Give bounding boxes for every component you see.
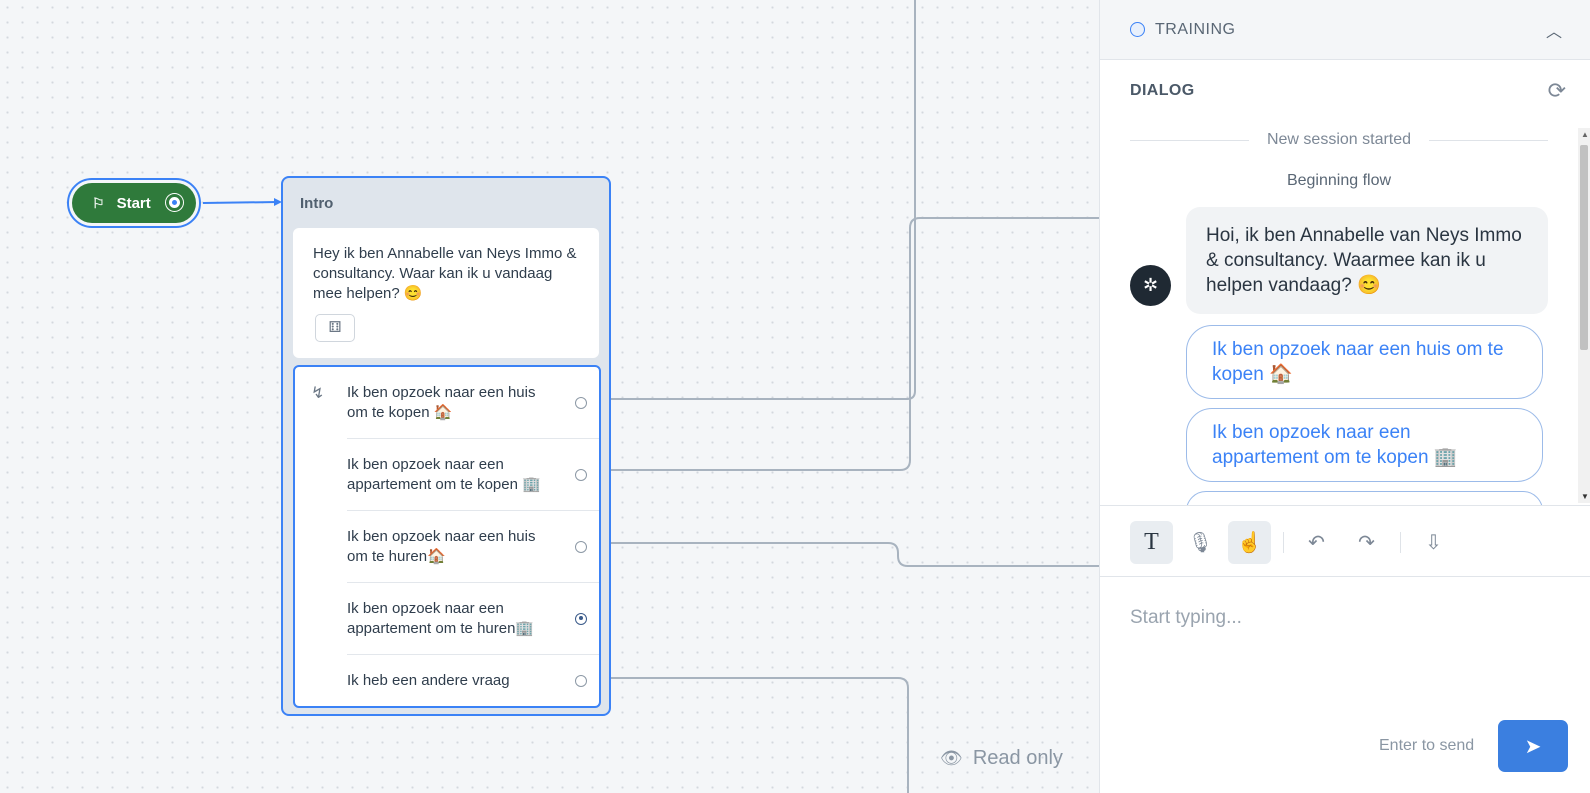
choice-output-port[interactable] <box>575 396 587 409</box>
choice-item[interactable]: Ik ben opzoek naar een appartement om te… <box>347 439 599 511</box>
toolbar-divider <box>1400 532 1401 553</box>
connector-choice-2 <box>602 217 1099 471</box>
toolbar-divider <box>1283 532 1284 553</box>
choice-icon: ↯ <box>311 385 325 402</box>
choice-output-port[interactable] <box>575 540 587 553</box>
connector-top-vertical <box>602 0 916 400</box>
send-icon: ➤ <box>1524 735 1542 758</box>
flow-canvas[interactable]: ⚐ Start Intro Hey ik ben Annabelle van N… <box>0 0 1100 793</box>
choice-item[interactable]: Ik ben opzoek naar een huis om te kopen … <box>347 367 599 439</box>
bot-avatar-icon: ✲ <box>1130 265 1171 306</box>
choice-output-port[interactable] <box>575 674 587 687</box>
eye-icon: 👁 <box>940 748 963 768</box>
start-node[interactable]: ⚐ Start <box>67 178 201 228</box>
intro-block-title: Intro <box>300 195 334 212</box>
choice-item[interactable]: Ik ben opzoek naar een huis om te huren🏠 <box>347 511 599 583</box>
chat-scrollbar[interactable]: ▲ ▼ <box>1578 128 1590 503</box>
scroll-down-icon[interactable]: ▼ <box>1581 492 1589 501</box>
start-output-port[interactable] <box>166 194 183 211</box>
beginning-flow-label: Beginning flow <box>1286 172 1392 189</box>
choice-label: Ik ben opzoek naar een appartement om te… <box>347 455 541 493</box>
message-input[interactable]: Start typing... <box>1130 607 1242 629</box>
intro-message-card[interactable]: Hey ik ben Annabelle van Neys Immo & con… <box>293 228 599 358</box>
chevron-up-icon[interactable]: ︿ <box>1546 18 1562 42</box>
chat-transcript[interactable]: New session started Beginning flow ✲ Hoi… <box>1100 120 1590 505</box>
text-mode-icon[interactable]: T <box>1130 521 1173 564</box>
quick-reply-label: Ik ben opzoek naar een appartement om te… <box>1212 422 1458 468</box>
choice-output-port[interactable] <box>575 612 587 625</box>
separator-line <box>1429 139 1548 141</box>
scroll-up-icon[interactable]: ▲ <box>1581 130 1589 139</box>
choices-card[interactable]: ↯ Ik ben opzoek naar een huis om te kope… <box>293 365 601 708</box>
composer-toolbar: T 🎙 ☝ ↶ ↷ ⇩ <box>1100 505 1590 577</box>
training-label: TRAINING <box>1155 20 1236 38</box>
scrollbar-thumb[interactable] <box>1580 145 1588 350</box>
download-icon[interactable]: ⇩ <box>1412 521 1455 564</box>
connector-start-to-intro <box>202 201 279 204</box>
choice-item[interactable]: Ik ben opzoek naar een appartement om te… <box>347 583 599 655</box>
flag-icon: ⚐ <box>92 194 105 211</box>
undo-icon[interactable]: ↶ <box>1295 521 1338 564</box>
session-separator-text: New session started <box>1266 131 1412 148</box>
choice-label: Ik ben opzoek naar een appartement om te… <box>347 599 535 637</box>
redo-icon[interactable]: ↷ <box>1345 521 1388 564</box>
training-status-icon <box>1130 22 1145 37</box>
send-button[interactable]: ➤ <box>1498 720 1568 772</box>
connector-choice-3 <box>602 542 1099 567</box>
choice-label: Ik heb een andere vraag <box>347 671 510 689</box>
session-separator: New session started <box>1130 130 1548 150</box>
microphone-icon[interactable]: 🎙 <box>1179 521 1222 564</box>
start-node-label: Start <box>116 194 151 212</box>
refresh-icon[interactable]: ⟳ <box>1548 78 1566 104</box>
quick-reply-label: Ik ben opzoek naar een huis om te kopen … <box>1212 339 1504 385</box>
quick-reply-button[interactable]: Ik ben opzoek naar een huis om te kopen … <box>1186 325 1543 399</box>
intro-block[interactable]: Intro Hey ik ben Annabelle van Neys Immo… <box>281 176 611 716</box>
tap-icon[interactable]: ☝ <box>1228 521 1271 564</box>
separator-line <box>1130 139 1249 141</box>
bot-message-bubble: Hoi, ik ben Annabelle van Neys Immo & co… <box>1186 207 1548 314</box>
choice-item[interactable]: Ik heb een andere vraag <box>347 655 599 706</box>
read-only-label: Read only <box>972 747 1063 769</box>
dice-icon[interactable]: ⚅ <box>315 314 355 342</box>
choice-label: Ik ben opzoek naar een huis om te huren🏠 <box>347 527 536 565</box>
quick-reply-button-partial[interactable] <box>1186 491 1543 505</box>
enter-to-send-hint: Enter to send <box>1379 737 1475 754</box>
read-only-indicator: 👁 Read only <box>940 747 1063 770</box>
connector-choice-5 <box>602 677 909 793</box>
choice-label: Ik ben opzoek naar een huis om te kopen … <box>347 383 536 421</box>
intro-message-text: Hey ik ben Annabelle van Neys Immo & con… <box>313 245 577 302</box>
quick-reply-button[interactable]: Ik ben opzoek naar een appartement om te… <box>1186 408 1543 482</box>
prototype-panel: TRAINING ︿ DIALOG ⟳ New session started … <box>1099 0 1590 793</box>
dialog-title: DIALOG <box>1130 82 1195 99</box>
bot-message-text: Hoi, ik ben Annabelle van Neys Immo & co… <box>1206 225 1522 296</box>
choice-output-port[interactable] <box>575 468 587 481</box>
training-header[interactable]: TRAINING ︿ <box>1100 0 1590 60</box>
